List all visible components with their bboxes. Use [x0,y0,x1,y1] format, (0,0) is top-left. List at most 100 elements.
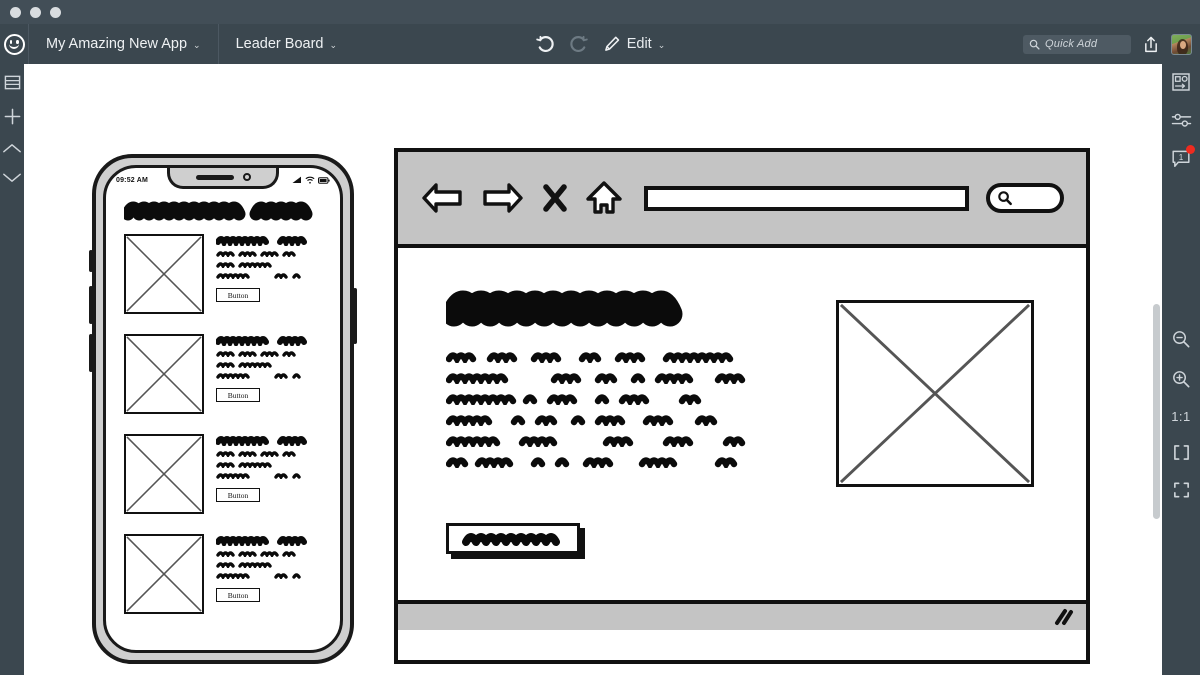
image-placeholder [124,534,204,614]
fit-width-icon [1173,445,1189,460]
sidebar-item-previous[interactable] [2,142,22,155]
fit-width-button[interactable] [1172,444,1191,461]
fit-screen-button[interactable] [1172,481,1191,499]
phone-power-button [353,288,357,344]
actual-size-button[interactable]: 1:1 [1171,409,1191,424]
project-name-label: My Amazing New App [46,36,188,52]
phone-status-bar: 09:52 AM [106,172,340,188]
sidebar-item-next[interactable] [2,171,22,184]
sliders-settings-icon [1171,113,1191,127]
row-button[interactable]: Button [216,288,260,302]
page-menu[interactable]: Leader Board ⌄ [217,24,354,64]
list-item[interactable]: Button [106,430,340,530]
list-item[interactable]: Button [106,230,340,330]
close-x-icon[interactable] [542,183,568,213]
forward-arrow-icon[interactable] [481,181,525,215]
battery-icon [318,177,330,184]
chevron-down-icon [3,173,21,182]
resize-grip-icon[interactable] [1052,608,1074,626]
row-body-scribble [216,251,296,257]
cta-label-scribble [462,532,560,546]
browser-address-bar[interactable] [644,185,969,211]
zoom-in-button[interactable] [1171,369,1191,389]
chevron-up-icon [3,144,21,153]
panel-item-comments[interactable]: 1 [1171,145,1195,169]
design-canvas[interactable]: 09:52 AM Button Button Button Button [24,64,1162,675]
canvas-scrollbar[interactable] [1153,304,1160,519]
sidebar-item-add[interactable] [3,107,22,126]
window-titlebar [0,0,1200,24]
panel-item-links[interactable] [1171,72,1191,92]
quick-add-placeholder: Quick Add [1045,38,1098,50]
row-title-scribble [216,236,307,246]
edit-menu[interactable]: Edit ⌄ [603,35,665,53]
menubar: My Amazing New App ⌄ Leader Board ⌄ Edit… [0,24,1200,64]
search-icon [1029,39,1040,50]
chevron-down-icon: ⌄ [193,39,201,50]
row-button[interactable]: Button [216,588,260,602]
row-body-scribble [216,451,296,457]
edit-label: Edit [626,36,652,52]
panel-item-properties[interactable] [1171,111,1192,130]
body-line-scribble [446,415,718,426]
zoom-out-icon [1173,331,1190,348]
phone-volume-down-button [89,334,93,372]
phone-screen: 09:52 AM Button Button Button Button [103,165,343,653]
page-name-label: Leader Board [235,36,324,52]
browser-toolbar [398,152,1086,248]
zoom-out-button[interactable] [1171,329,1191,349]
zoom-in-icon [1173,371,1190,388]
row-body-scribble [216,573,301,579]
menubar-right-tools: Quick Add [1023,24,1192,64]
svg-text:1: 1 [1179,153,1184,162]
image-placeholder [124,434,204,514]
row-body-scribble [216,373,301,379]
close-window-button[interactable] [10,7,21,18]
right-toolbar: 1 1:1 [1162,64,1200,675]
maximize-window-button[interactable] [50,7,61,18]
row-button[interactable]: Button [216,488,260,502]
body-line-scribble [446,352,734,363]
plus-icon [4,108,20,125]
row-body-scribble [216,273,301,279]
image-placeholder [124,234,204,314]
left-toolbar [0,64,24,675]
back-arrow-icon[interactable] [420,181,464,215]
redo-button[interactable] [569,34,589,54]
row-body-scribble [216,262,272,268]
phone-volume-up-button [89,286,93,324]
row-button[interactable]: Button [216,388,260,402]
browser-wireframe-artboard[interactable] [394,148,1090,664]
quick-add-search-input[interactable]: Quick Add [1023,34,1131,54]
body-line-scribble [446,373,746,384]
app-logo-button[interactable] [0,24,28,64]
mobile-wireframe-artboard[interactable]: 09:52 AM Button Button Button Button [89,154,357,664]
smiley-face-logo-icon [3,33,25,55]
row-title-scribble [216,336,307,346]
phone-heading-scribble [124,198,316,222]
content-heading-scribble [446,291,683,327]
row-body-scribble [216,362,272,368]
wifi-icon [305,176,315,184]
home-icon[interactable] [585,180,623,216]
browser-search-field[interactable] [986,183,1064,213]
image-placeholder [836,300,1034,487]
list-item[interactable]: Button [106,330,340,430]
minimize-window-button[interactable] [30,7,41,18]
row-button-label: Button [227,590,249,600]
list-item[interactable]: Button [106,530,340,630]
row-body-scribble [216,462,272,468]
row-body-scribble [216,351,296,357]
layers-list-icon [4,75,20,90]
undo-button[interactable] [535,34,555,54]
share-button[interactable] [1142,35,1160,54]
link-image-icon [1172,73,1190,91]
notification-badge [1186,145,1195,154]
cta-button[interactable] [446,523,580,554]
browser-content [398,248,1086,630]
project-menu[interactable]: My Amazing New App ⌄ [28,24,218,64]
user-avatar[interactable] [1171,33,1192,55]
sidebar-item-layers[interactable] [4,74,21,91]
row-body-scribble [216,551,296,557]
row-title-scribble [216,536,307,546]
